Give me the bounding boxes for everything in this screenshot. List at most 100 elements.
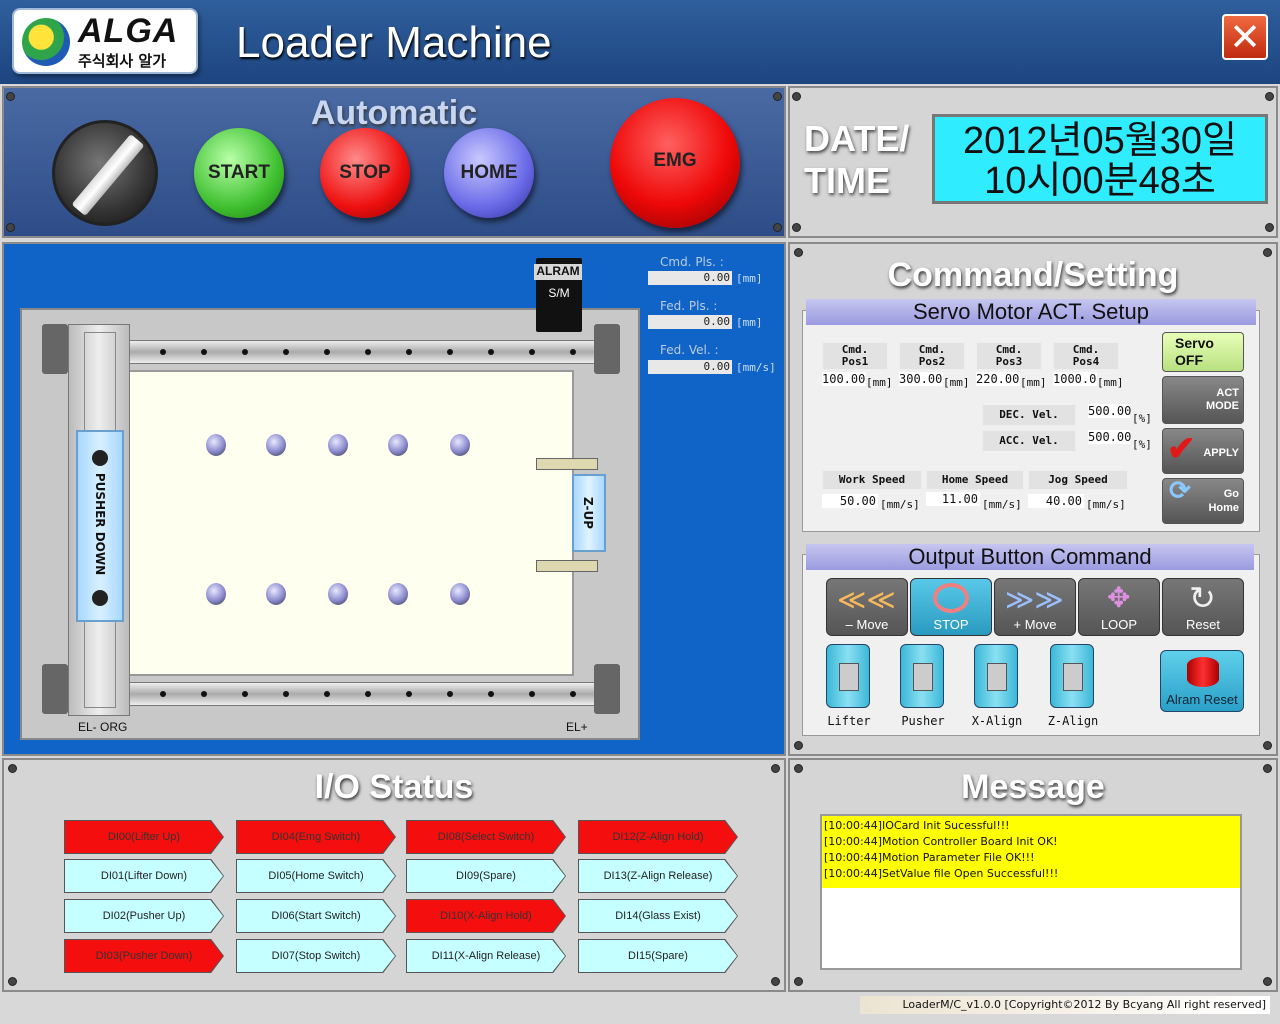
z-align-label: Z-Align — [1047, 714, 1099, 728]
stop-button[interactable]: STOP — [320, 128, 410, 218]
x-align-label: X-Align — [971, 714, 1023, 728]
io-indicator: DI03(Pusher Down) — [65, 940, 223, 972]
top-rail — [128, 340, 598, 364]
work-speed-value[interactable]: 50.00 — [822, 494, 878, 508]
move-plus-button[interactable]: ≫≫ + Move — [994, 578, 1076, 636]
rail-dot — [160, 349, 166, 355]
apply-button[interactable]: ✔ APPLY — [1162, 428, 1244, 474]
rail-dot — [406, 349, 412, 355]
rail-dot — [324, 349, 330, 355]
rail-dot — [570, 349, 576, 355]
close-button[interactable]: ✕ — [1222, 14, 1268, 60]
rail-dot — [529, 691, 535, 697]
io-indicator: DI11(X-Align Release) — [407, 940, 565, 972]
reset-arrow-icon: ↻ — [1189, 580, 1216, 616]
fed-pls-unit: [mm] — [736, 316, 763, 329]
cmd-pls-label: Cmd. Pls. : — [660, 255, 724, 269]
glass-ball — [388, 583, 408, 605]
home-button[interactable]: HOME — [444, 128, 534, 218]
dec-vel-label: DEC. Vel. — [982, 404, 1076, 426]
io-indicator: DI06(Start Switch) — [237, 900, 395, 932]
fed-pls-value: 0.00 — [648, 315, 732, 329]
home-speed-unit: [mm/s] — [982, 498, 1022, 511]
top-right-block — [594, 324, 620, 374]
cmd-pos-unit: [mm] — [1097, 376, 1124, 389]
dec-vel-value[interactable]: 500.00 — [1088, 404, 1131, 418]
start-button[interactable]: START — [194, 128, 284, 218]
cmd-pls-unit: [mm] — [736, 272, 763, 285]
company-logo: ALGA 주식회사 알가 — [12, 8, 198, 74]
el-org-label: EL- ORG — [78, 720, 128, 734]
glass-ball — [388, 434, 408, 456]
cmd-pls-value: 0.00 — [648, 271, 732, 285]
move-minus-button[interactable]: ≪≪ – Move — [826, 578, 908, 636]
glass-ball — [450, 583, 470, 605]
rail-dot — [570, 691, 576, 697]
refresh-icon: ⟳ — [1169, 475, 1191, 505]
io-indicator: DI01(Lifter Down) — [65, 860, 223, 892]
emergency-button[interactable]: EMG — [610, 98, 740, 228]
logo-subtext: 주식회사 알가 — [78, 52, 167, 70]
glass-ball — [266, 434, 286, 456]
rail-dot — [201, 349, 207, 355]
stop-output-button[interactable]: STOP — [910, 578, 992, 636]
reset-button[interactable]: ↻ Reset — [1162, 578, 1244, 636]
cmd-pos-value[interactable]: 220.00 — [976, 372, 1020, 386]
acc-vel-value[interactable]: 500.00 — [1088, 430, 1131, 444]
rail-dot — [283, 691, 289, 697]
footer-copyright: LoaderM/C_v1.0.0 [Copyright©2012 By Bcya… — [860, 996, 1270, 1014]
io-indicator: DI00(Lifter Up) — [65, 821, 223, 853]
cmd-pos-label: Cmd. Pos2 — [899, 342, 965, 370]
acc-vel-unit: [%] — [1132, 438, 1152, 451]
x-align-toggle[interactable] — [974, 644, 1018, 708]
alarm-reset-button[interactable]: Alram Reset — [1160, 650, 1244, 712]
logo-text: ALGA — [78, 12, 179, 50]
jog-speed-value[interactable]: 40.00 — [1028, 494, 1084, 508]
command-title: Command/Setting — [887, 256, 1179, 294]
cmd-pos-value[interactable]: 100.00 — [822, 372, 866, 386]
act-mode-button[interactable]: ACT MODE — [1162, 376, 1244, 424]
mode-selector-knob[interactable] — [52, 120, 158, 226]
io-status-title: I/O Status — [314, 768, 474, 806]
servo-off-button[interactable]: Servo OFF — [1162, 332, 1244, 372]
go-home-button[interactable]: ⟳ Go Home — [1162, 475, 1244, 524]
pusher-toggle[interactable] — [900, 644, 944, 708]
rail-dot — [283, 349, 289, 355]
rail-dot — [529, 349, 535, 355]
cmd-pos-value[interactable]: 300.00 — [899, 372, 943, 386]
el-plus-label: EL+ — [566, 720, 588, 734]
io-indicator: DI02(Pusher Up) — [65, 900, 223, 932]
red-cylinder-icon — [1187, 657, 1219, 687]
rail-dot — [365, 691, 371, 697]
io-indicator: DI05(Home Switch) — [237, 860, 395, 892]
glass-ball — [206, 434, 226, 456]
io-indicator: DI12(Z-Align Hold) — [579, 821, 737, 853]
rail-dot — [324, 691, 330, 697]
cmd-pos-label: Cmd. Pos3 — [976, 342, 1042, 370]
io-indicator: DI07(Stop Switch) — [237, 940, 395, 972]
pusher-toggle-label: Pusher — [901, 714, 945, 728]
cmd-pos-value[interactable]: 1000.0( — [1053, 372, 1097, 386]
servo-setup-header: Servo Motor ACT. Setup — [806, 299, 1256, 325]
lifter-toggle[interactable] — [826, 644, 870, 708]
stop-sign-icon — [933, 583, 969, 613]
io-indicator: DI08(Select Switch) — [407, 821, 565, 853]
loop-button[interactable]: ✥ LOOP — [1078, 578, 1160, 636]
message-line: [10:00:44]IOCard Init Sucessful!!! — [824, 819, 1010, 832]
rail-dot — [242, 349, 248, 355]
bottom-right-block — [594, 664, 620, 714]
zalign-lower-arm — [536, 560, 598, 572]
glass-ball — [328, 434, 348, 456]
top-left-block — [42, 324, 68, 374]
work-speed-unit: [mm/s] — [880, 498, 920, 511]
z-align-toggle[interactable] — [1050, 644, 1094, 708]
fed-pls-label: Fed. Pls. : — [660, 299, 718, 313]
datetime-display: 2012년05월30일 10시00분48초 — [932, 114, 1268, 204]
cmd-pos-unit: [mm] — [1020, 376, 1047, 389]
home-speed-label: Home Speed — [926, 470, 1024, 490]
glass-ball — [450, 434, 470, 456]
home-speed-value[interactable]: 11.00 — [926, 492, 980, 506]
alarm-indicator: ALRAM — [534, 264, 582, 280]
app-title: Loader Machine — [236, 18, 552, 67]
dec-vel-unit: [%] — [1132, 412, 1152, 425]
